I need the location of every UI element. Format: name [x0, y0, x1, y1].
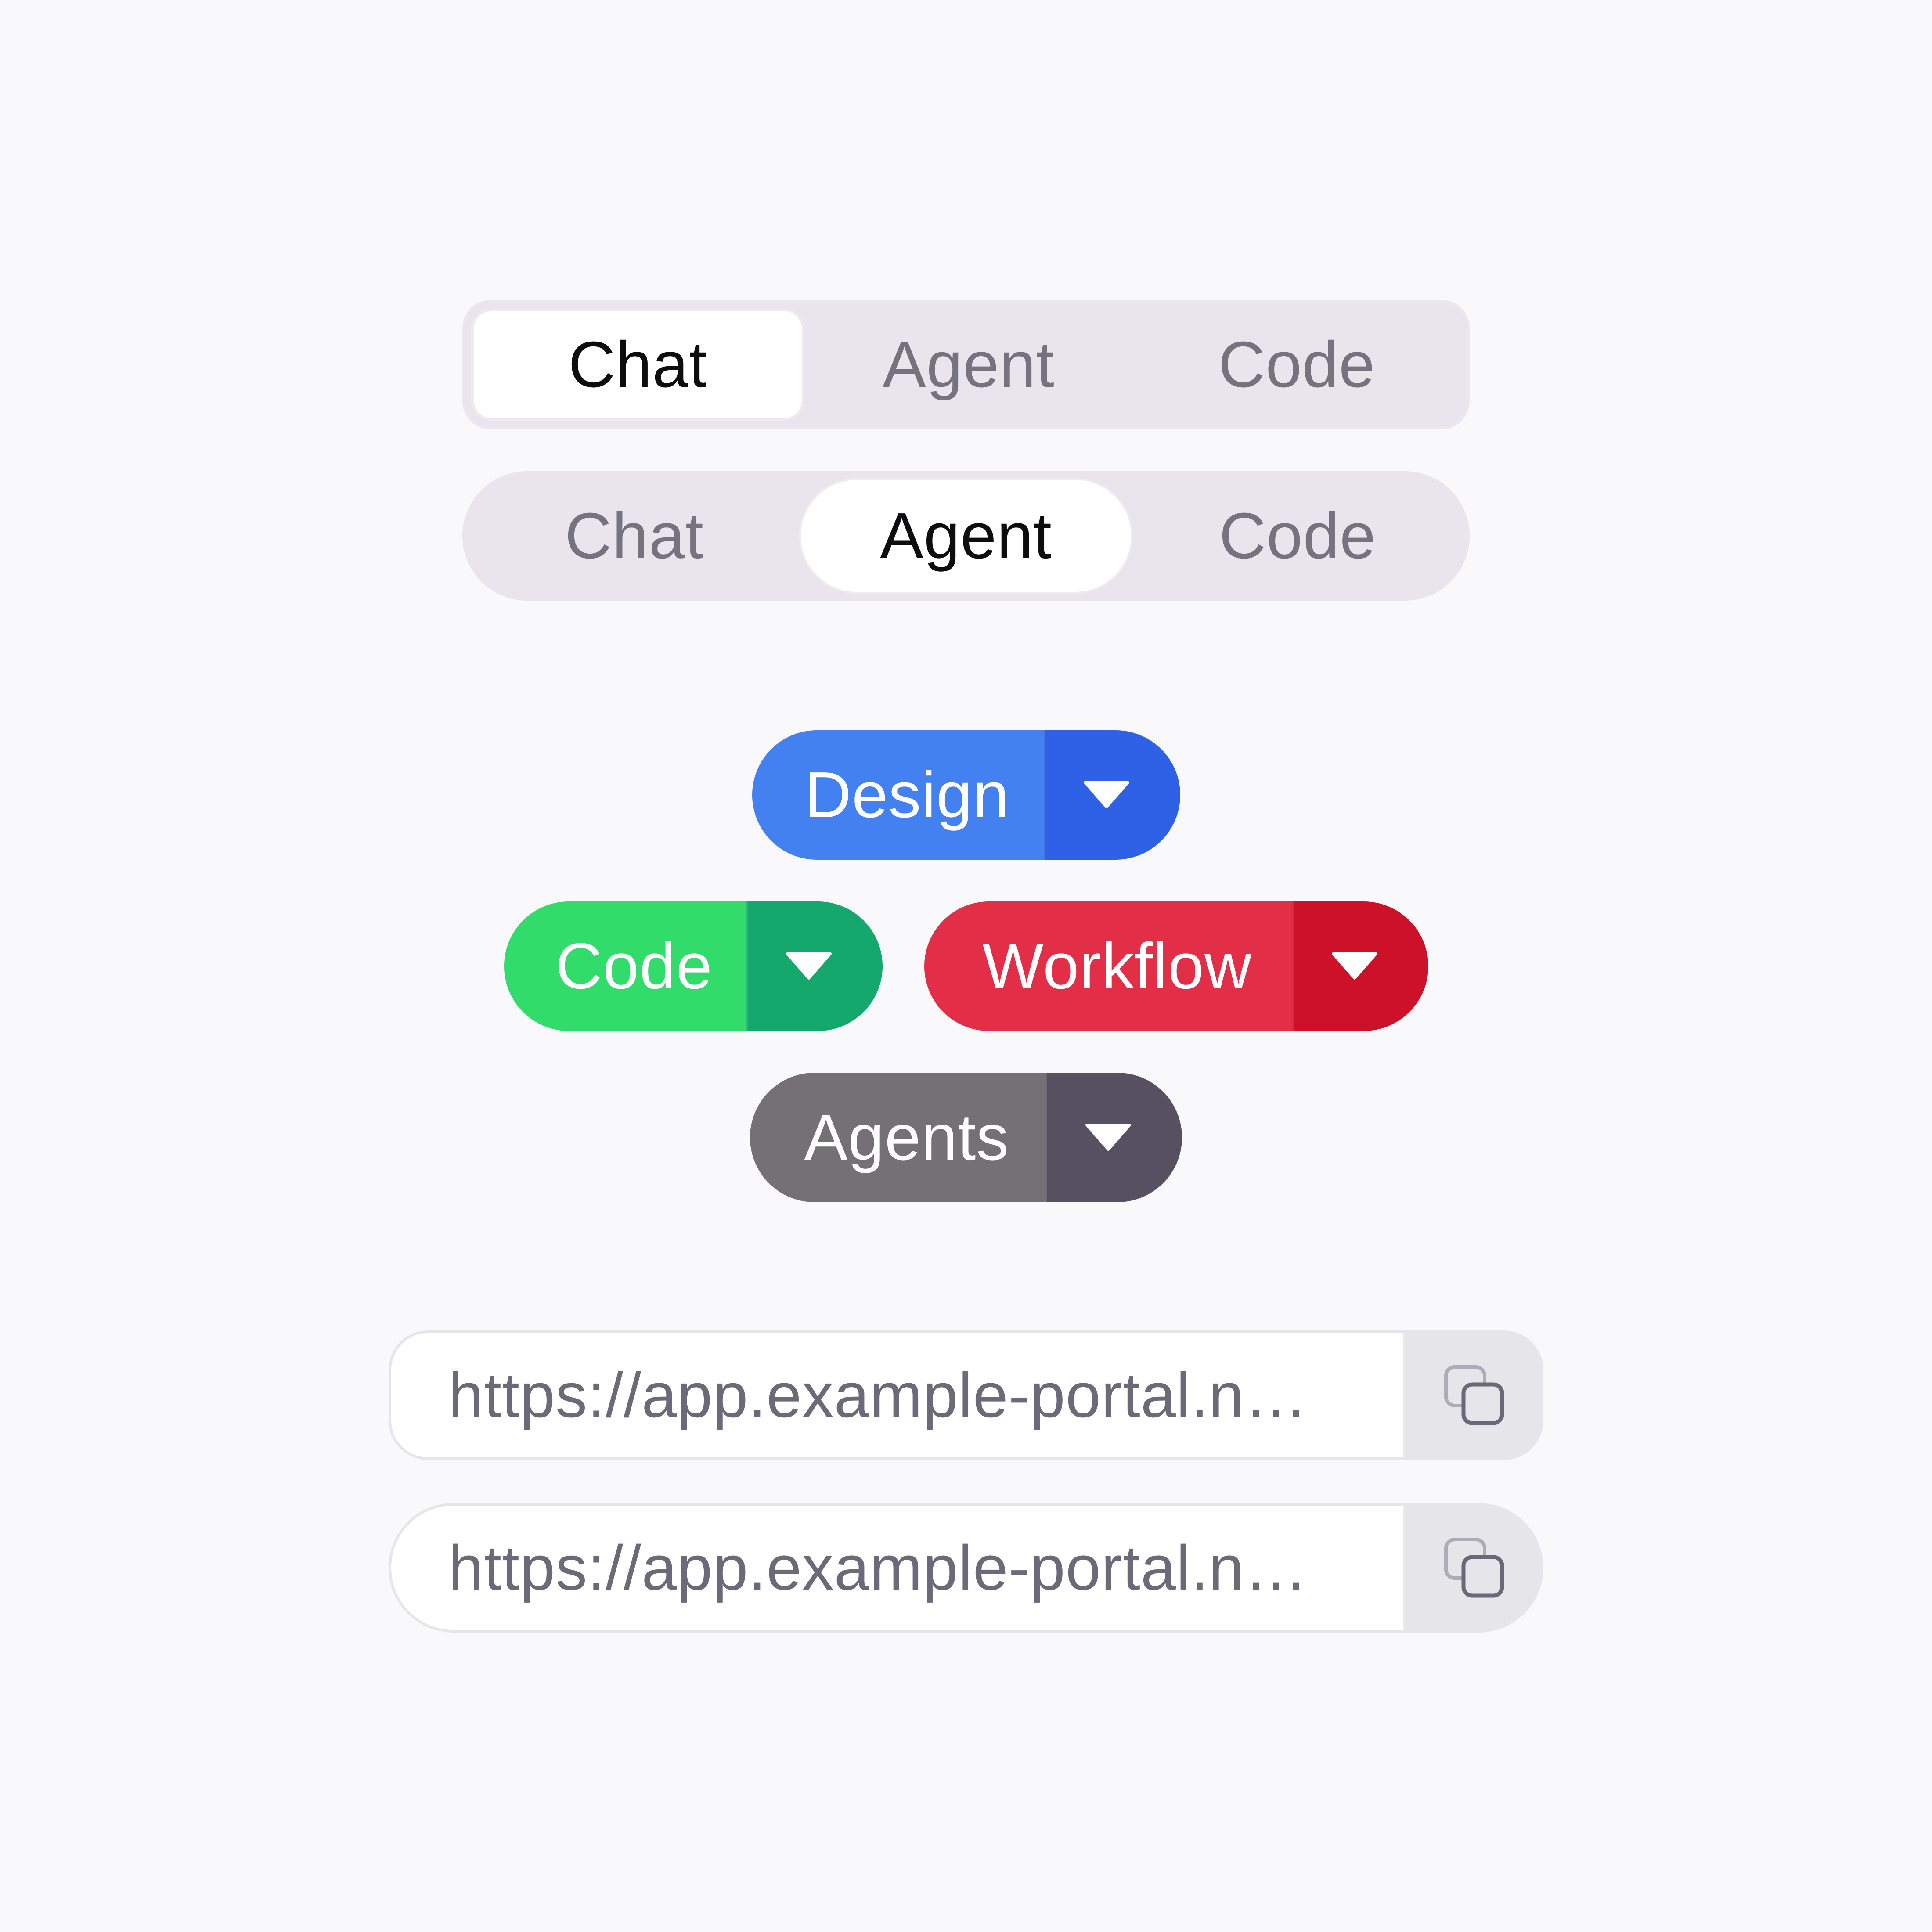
caret-down-icon — [786, 952, 832, 980]
code-button[interactable]: Code — [504, 901, 746, 1031]
segment-agent[interactable]: Agent — [804, 309, 1132, 421]
design-dropdown-button[interactable] — [1044, 730, 1180, 860]
copy-button[interactable] — [1403, 1333, 1541, 1457]
caret-down-icon — [1083, 781, 1129, 808]
caret-down-icon — [1331, 952, 1377, 980]
url-copy-field-pill: https://app.example-portal.n… — [389, 1503, 1543, 1633]
segment-chat[interactable]: Chat — [471, 309, 805, 421]
segment-code[interactable]: Code — [1133, 309, 1461, 421]
design-button[interactable]: Design — [752, 730, 1044, 860]
code-split-button: Code — [504, 901, 883, 1031]
workflow-split-button: Workflow — [924, 901, 1428, 1031]
design-split-button: Design — [752, 730, 1180, 860]
copy-button[interactable] — [1403, 1506, 1541, 1630]
segment-code[interactable]: Code — [1133, 478, 1463, 594]
workflow-button[interactable]: Workflow — [924, 901, 1292, 1031]
url-copy-field-rounded: https://app.example-portal.n… — [389, 1330, 1543, 1460]
url-text[interactable]: https://app.example-portal.n… — [391, 1506, 1403, 1630]
segment-chat[interactable]: Chat — [469, 478, 799, 594]
segmented-control-pill: Chat Agent Code — [462, 471, 1470, 601]
copy-icon — [1444, 1537, 1504, 1597]
agents-split-button: Agents — [750, 1073, 1182, 1202]
copy-icon — [1444, 1365, 1504, 1425]
agents-button[interactable]: Agents — [750, 1073, 1046, 1202]
segmented-control-square: Chat Agent Code — [462, 300, 1470, 429]
segment-agent[interactable]: Agent — [799, 478, 1133, 594]
url-text[interactable]: https://app.example-portal.n… — [391, 1333, 1403, 1457]
workflow-dropdown-button[interactable] — [1292, 901, 1428, 1031]
agents-dropdown-button[interactable] — [1046, 1073, 1182, 1202]
caret-down-icon — [1085, 1123, 1131, 1151]
code-dropdown-button[interactable] — [746, 901, 883, 1031]
